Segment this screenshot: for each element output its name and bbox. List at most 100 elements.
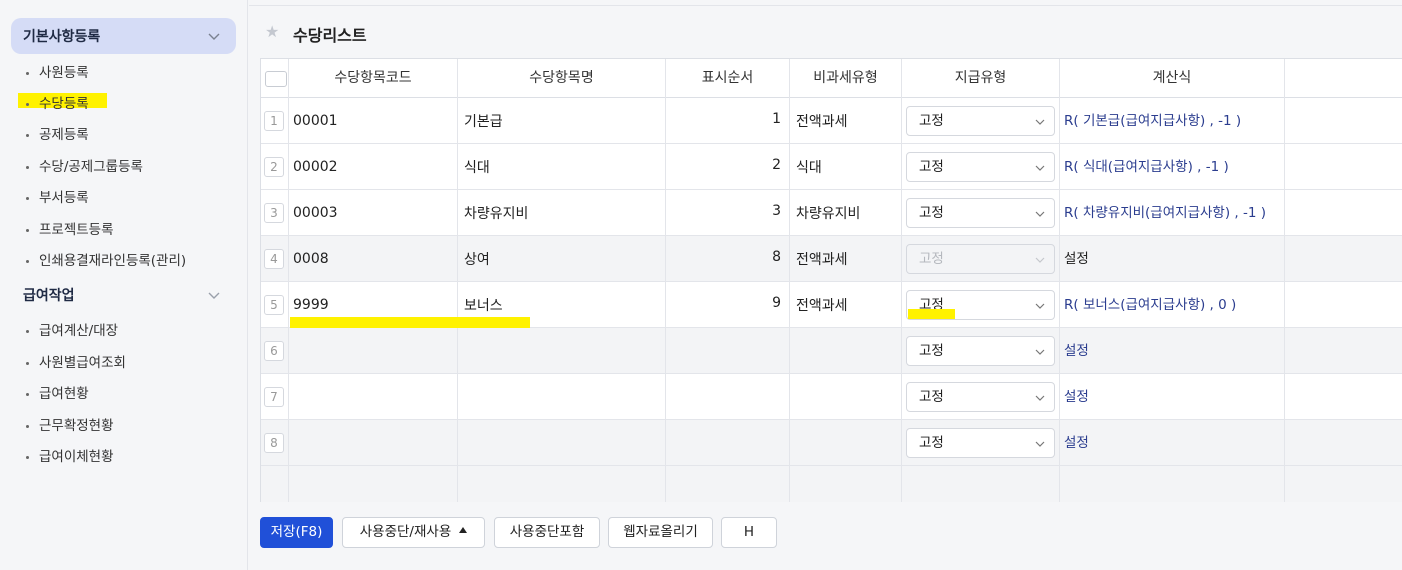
menu-item-project-registration[interactable]: 프로젝트등록: [26, 218, 114, 238]
row-number-cell: 4: [261, 236, 289, 282]
taxfree-cell[interactable]: 차량유지비: [790, 190, 902, 236]
menu-item-payroll-calculation[interactable]: 급여계산/대장: [26, 319, 118, 339]
order-cell[interactable]: 9: [666, 282, 790, 328]
paytype-select[interactable]: 고정: [906, 198, 1055, 228]
menu-group-payroll-work[interactable]: 급여작업: [11, 277, 236, 313]
footer-cell: [666, 466, 790, 502]
code-cell[interactable]: 00003: [289, 190, 458, 236]
paytype-cell: 고정: [902, 328, 1060, 374]
order-cell[interactable]: [666, 374, 790, 420]
menu-item-employee-registration[interactable]: 사원등록: [26, 61, 89, 81]
formula-link[interactable]: R( 식대(급여지급사항) , -1 ): [1064, 144, 1229, 190]
paytype-select[interactable]: 고정: [906, 152, 1055, 182]
save-button[interactable]: 저장(F8): [260, 517, 333, 548]
code-cell[interactable]: [289, 420, 458, 466]
bullet-icon: [26, 329, 29, 333]
code-cell[interactable]: 00001: [289, 98, 458, 144]
paytype-select[interactable]: 고정: [906, 428, 1055, 458]
include-suspended-button[interactable]: 사용중단포함: [494, 517, 600, 548]
web-upload-button[interactable]: 웹자료올리기: [608, 517, 713, 548]
menu-item-payroll-transfer-status[interactable]: 급여이체현황: [26, 445, 114, 465]
h-button[interactable]: H: [721, 517, 777, 548]
taxfree-cell[interactable]: 전액과세: [790, 98, 902, 144]
order-cell[interactable]: [666, 420, 790, 466]
taxfree-cell[interactable]: [790, 374, 902, 420]
star-icon[interactable]: ★: [265, 22, 279, 41]
taxfree-cell[interactable]: [790, 328, 902, 374]
table-row[interactable]: 2 00002 식대 2 식대 고정 R( 식대(급여지급사항) , -1 ): [261, 144, 1402, 190]
page-title: 수당리스트: [293, 26, 367, 45]
formula-setting-link[interactable]: 설정: [1064, 420, 1089, 466]
highlighter-mark: [908, 309, 955, 319]
taxfree-cell[interactable]: 전액과세: [790, 282, 902, 328]
table-row[interactable]: 7 고정 설정: [261, 374, 1402, 420]
column-header-pay-type[interactable]: 지급유형: [902, 59, 1060, 98]
menu-item-department-registration[interactable]: 부서등록: [26, 186, 89, 206]
order-cell[interactable]: [666, 328, 790, 374]
paytype-select[interactable]: 고정: [906, 382, 1055, 412]
menu-item-label: 사원별급여조회: [39, 355, 126, 371]
select-value: 고정: [919, 113, 944, 129]
footer-cell: [1060, 466, 1285, 502]
row-number-cell: 8: [261, 420, 289, 466]
bullet-icon: [26, 71, 29, 75]
menu-item-payroll-status[interactable]: 급여현황: [26, 382, 89, 402]
formula-setting-link[interactable]: 설정: [1064, 236, 1089, 282]
bullet-icon: [26, 228, 29, 232]
code-cell[interactable]: 0008: [289, 236, 458, 282]
row-number: 5: [264, 295, 284, 315]
column-header-taxfree-type[interactable]: 비과세유형: [790, 59, 902, 98]
order-cell[interactable]: 3: [666, 190, 790, 236]
name-cell[interactable]: 식대: [458, 144, 666, 190]
formula-link[interactable]: R( 차량유지비(급여지급사항) , -1 ): [1064, 190, 1266, 236]
table-row[interactable]: 1 00001 기본급 1 전액과세 고정 R( 기본급(급여지급사항) , -…: [261, 98, 1402, 144]
name-cell[interactable]: 기본급: [458, 98, 666, 144]
paytype-select[interactable]: 고정: [906, 106, 1055, 136]
formula-cell: 설정: [1060, 236, 1285, 282]
column-header-name[interactable]: 수당항목명: [458, 59, 666, 98]
taxfree-cell[interactable]: [790, 420, 902, 466]
column-header-display-order[interactable]: 표시순서: [666, 59, 790, 98]
select-all-checkbox[interactable]: [265, 71, 287, 87]
menu-group-basic-registration[interactable]: 기본사항등록: [11, 18, 236, 54]
column-header-formula[interactable]: 계산식: [1060, 59, 1285, 98]
name-cell[interactable]: 차량유지비: [458, 190, 666, 236]
paytype-select[interactable]: 고정: [906, 336, 1055, 366]
order-cell[interactable]: 2: [666, 144, 790, 190]
grid-footer-row: [261, 466, 1402, 502]
table-row[interactable]: 4 0008 상여 8 전액과세 고정 설정: [261, 236, 1402, 282]
menu-item-work-confirmation-status[interactable]: 근무확정현황: [26, 414, 114, 434]
table-row[interactable]: 6 고정 설정: [261, 328, 1402, 374]
code-cell[interactable]: 00002: [289, 144, 458, 190]
menu-item-deduction-registration[interactable]: 공제등록: [26, 123, 89, 143]
chevron-down-icon: [1035, 165, 1045, 171]
main-content: ★ 수당리스트 수당항목코드 수당항목명 표시순서 비과세유형 지급유형 계산식…: [249, 0, 1402, 570]
taxfree-cell[interactable]: 전액과세: [790, 236, 902, 282]
menu-item-employee-payroll-inquiry[interactable]: 사원별급여조회: [26, 351, 126, 371]
table-row[interactable]: 3 00003 차량유지비 3 차량유지비 고정 R( 차량유지비(급여지급사항…: [261, 190, 1402, 236]
menu-item-group-registration[interactable]: 수당/공제그룹등록: [26, 155, 143, 175]
allowance-grid: 수당항목코드 수당항목명 표시순서 비과세유형 지급유형 계산식 1 00001…: [260, 58, 1402, 502]
menu-item-approval-line-registration[interactable]: 인쇄용결재라인등록(관리): [26, 249, 186, 269]
code-cell[interactable]: [289, 374, 458, 420]
menu-item-label: 사원등록: [39, 65, 89, 81]
name-cell[interactable]: [458, 374, 666, 420]
name-cell[interactable]: [458, 420, 666, 466]
taxfree-cell[interactable]: 식대: [790, 144, 902, 190]
order-cell[interactable]: 1: [666, 98, 790, 144]
menu-item-allowance-registration[interactable]: 수당등록: [26, 92, 89, 112]
bullet-icon: [26, 424, 29, 428]
bullet-icon: [26, 165, 29, 169]
formula-setting-link[interactable]: 설정: [1064, 374, 1089, 420]
formula-link[interactable]: R( 보너스(급여지급사항) , 0 ): [1064, 282, 1236, 328]
column-header-code[interactable]: 수당항목코드: [289, 59, 458, 98]
code-cell[interactable]: [289, 328, 458, 374]
table-row[interactable]: 8 고정 설정: [261, 420, 1402, 466]
suspend-reuse-button[interactable]: 사용중단/재사용: [342, 517, 485, 548]
order-cell[interactable]: 8: [666, 236, 790, 282]
name-cell[interactable]: [458, 328, 666, 374]
name-cell[interactable]: 상여: [458, 236, 666, 282]
formula-setting-link[interactable]: 설정: [1064, 328, 1089, 374]
sidebar: 기본사항등록 사원등록 수당등록 공제등록 수당/공제그룹등록 부서등록 프로젝…: [0, 0, 248, 570]
formula-link[interactable]: R( 기본급(급여지급사항) , -1 ): [1064, 98, 1241, 144]
